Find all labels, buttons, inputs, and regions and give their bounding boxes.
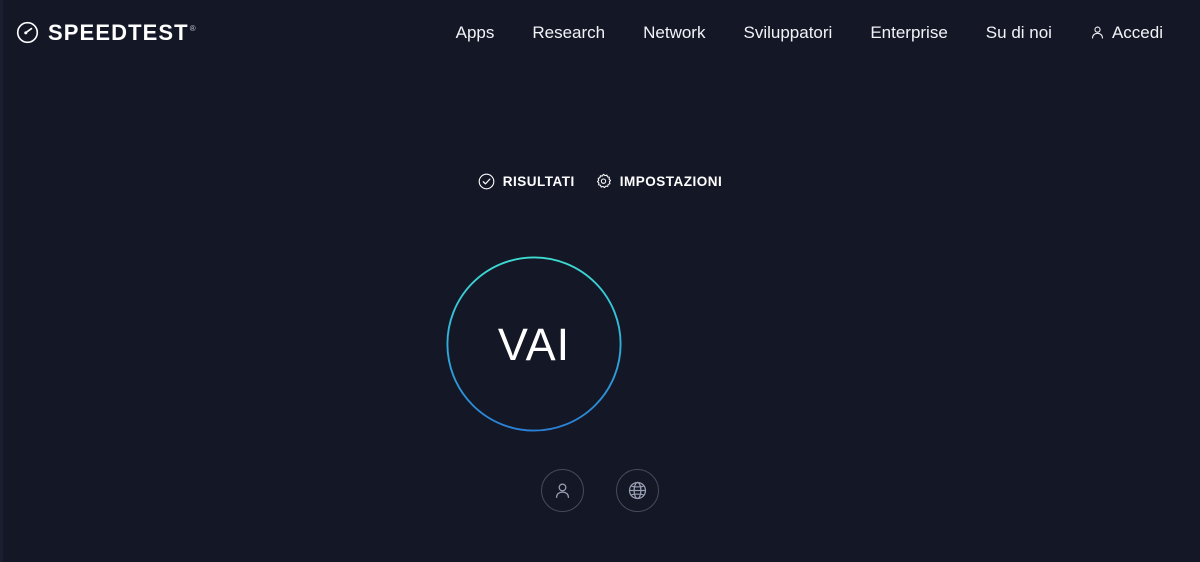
tab-impostazioni[interactable]: IMPOSTAZIONI (595, 173, 723, 190)
account-button[interactable] (541, 469, 584, 512)
nav-item-accedi-label: Accedi (1111, 23, 1163, 42)
go-button-label: VAI (497, 318, 571, 370)
brand-word: SPEEDTEST (48, 19, 189, 45)
go-button[interactable]: VAI (446, 256, 622, 432)
nav-item-sviluppatori[interactable]: Sviluppatori (724, 24, 851, 41)
brand-logo[interactable]: SPEEDTEST® (16, 21, 196, 44)
nav-item-network[interactable]: Network (624, 24, 724, 41)
person-icon (555, 483, 570, 499)
bottom-action-row (0, 469, 1200, 512)
globe-icon (628, 481, 647, 500)
brand-name: SPEEDTEST® (48, 19, 196, 45)
tab-risultati[interactable]: RISULTATI (478, 173, 575, 190)
site-header: SPEEDTEST® Apps Research Network Svilupp… (0, 0, 1200, 65)
server-selector-button[interactable] (616, 469, 659, 512)
speedometer-icon (16, 21, 39, 44)
nav-item-su-di-noi[interactable]: Su di noi (967, 24, 1071, 41)
tab-impostazioni-label: IMPOSTAZIONI (619, 173, 723, 189)
person-icon (1091, 26, 1103, 39)
left-edge-strip (0, 0, 3, 562)
tab-risultati-label: RISULTATI (502, 173, 575, 189)
nav-item-enterprise[interactable]: Enterprise (851, 24, 966, 41)
main-nav: Apps Research Network Sviluppatori Enter… (437, 24, 1180, 41)
gear-icon (596, 173, 611, 189)
brand-trademark: ® (189, 24, 196, 34)
nav-item-apps[interactable]: Apps (437, 24, 514, 41)
tab-bar: RISULTATI IMPOSTAZIONI (0, 173, 1200, 190)
nav-item-research[interactable]: Research (513, 24, 624, 41)
nav-item-accedi[interactable]: Accedi (1071, 24, 1180, 41)
check-circle-icon (478, 173, 495, 190)
